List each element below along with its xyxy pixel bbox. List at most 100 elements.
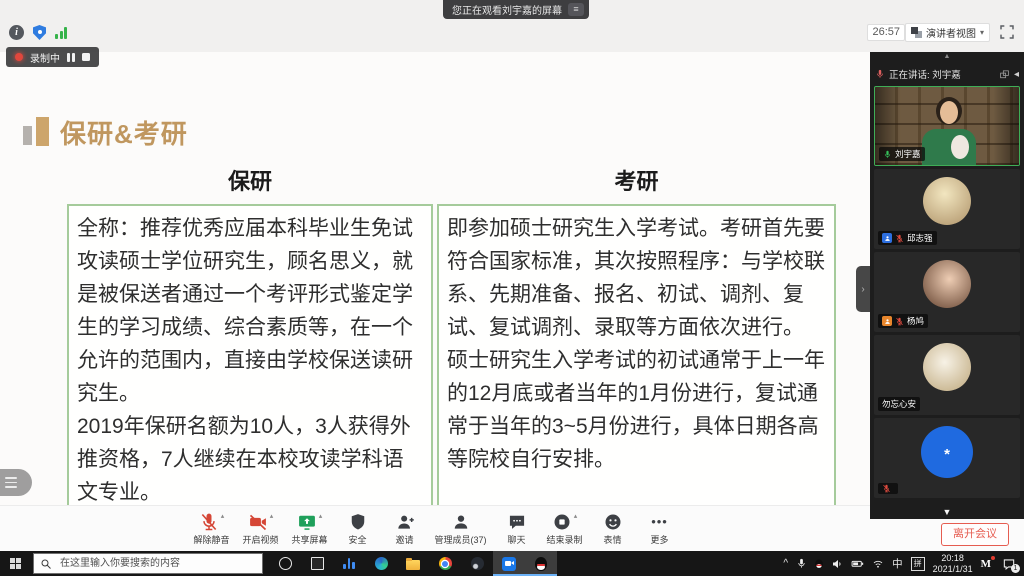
more-label: 更多 xyxy=(651,533,669,546)
stop-record-button[interactable]: ▴ 结束录制 xyxy=(547,512,583,546)
chrome-button[interactable] xyxy=(429,551,461,576)
security-button[interactable]: 安全 xyxy=(341,512,375,546)
clock-time: 20:18 xyxy=(941,553,964,563)
fullscreen-button[interactable] xyxy=(999,24,1015,40)
avatar xyxy=(923,343,971,391)
media-app-button[interactable] xyxy=(333,551,365,576)
participant-video-yangjiu[interactable]: 杨鸠 xyxy=(874,252,1020,332)
search-icon xyxy=(40,558,52,570)
title-accent-bar-gray xyxy=(23,126,32,145)
banner-menu-icon[interactable]: ≡ xyxy=(568,3,584,16)
avatar xyxy=(923,177,971,225)
pause-recording-button[interactable] xyxy=(67,53,75,62)
invite-button[interactable]: 邀请 xyxy=(388,512,422,546)
unmute-label: 解除静音 xyxy=(193,533,229,546)
video-options-caret[interactable]: ▴ xyxy=(270,512,274,522)
windows-taskbar: ^ 中 拼 20:18 2021/1/31 M 1 xyxy=(0,551,1024,576)
column-heading-baoyan: 保研 xyxy=(67,164,433,196)
share-screen-button[interactable]: ▴ 共享屏幕 xyxy=(291,512,327,546)
avatar xyxy=(923,260,971,308)
user-plus-icon xyxy=(395,512,415,532)
recording-bar: 录制中 xyxy=(6,47,99,67)
more-button[interactable]: ••• 更多 xyxy=(643,512,677,546)
participant-chip: 杨鸠 xyxy=(878,314,928,328)
participant-video-liuyujia[interactable]: 刘宇嘉 xyxy=(874,86,1020,166)
notification-center-button[interactable]: 1 xyxy=(1002,557,1016,571)
windows-start-button[interactable] xyxy=(10,558,21,569)
taskbar-search[interactable] xyxy=(33,553,263,574)
participant-video-wuwangxinan[interactable]: 勿忘心安 xyxy=(874,335,1020,415)
emoji-button[interactable]: 表情 xyxy=(596,512,630,546)
share-options-caret[interactable]: ▴ xyxy=(319,512,323,522)
invite-label: 邀请 xyxy=(395,533,413,546)
tray-app-m-icon[interactable]: M xyxy=(981,558,994,570)
network-signal-icon[interactable] xyxy=(55,27,67,39)
chrome-icon xyxy=(439,557,452,570)
slide-list-tab[interactable] xyxy=(0,469,32,496)
tray-qq-icon[interactable] xyxy=(815,559,823,568)
info-icon[interactable]: i xyxy=(9,25,24,40)
watching-banner: 您正在观看刘宇嘉的屏幕 ≡ xyxy=(443,0,589,19)
participant-name: 勿忘心安 xyxy=(882,398,916,410)
search-input[interactable] xyxy=(58,554,260,573)
leave-meeting-button[interactable]: 离开会议 xyxy=(941,523,1009,546)
cortana-button[interactable] xyxy=(269,551,301,576)
steam-button[interactable] xyxy=(461,551,493,576)
battery-icon[interactable] xyxy=(851,557,864,570)
notification-badge: 1 xyxy=(1011,564,1020,573)
unmute-button[interactable]: ▴ 解除静音 xyxy=(193,512,229,546)
tencent-meeting-button[interactable] xyxy=(493,551,525,576)
task-view-button[interactable] xyxy=(301,551,333,576)
manage-members-button[interactable]: 管理成员(37) xyxy=(435,512,487,546)
back-arrow-icon[interactable]: ◂ xyxy=(1014,69,1019,80)
column-heading-kaoyan: 考研 xyxy=(437,164,836,196)
record-options-caret[interactable]: ▴ xyxy=(574,512,578,522)
edge-icon xyxy=(375,557,388,570)
meeting-window: 保研&考研 保研 考研 全称：推荐优秀应届本科毕业生免试攻读硕士学位研究生，顾名… xyxy=(0,0,1024,576)
shared-screen-slide: 保研&考研 保研 考研 全称：推荐优秀应届本科毕业生免试攻读硕士学位研究生，顾名… xyxy=(0,52,870,505)
volume-icon[interactable] xyxy=(831,558,843,570)
share-screen-label: 共享屏幕 xyxy=(291,533,327,546)
participant-chip: 勿忘心安 xyxy=(878,397,920,411)
ime-language-indicator[interactable]: 中 xyxy=(892,556,903,571)
qq-button[interactable] xyxy=(525,551,557,576)
taskbar-clock[interactable]: 20:18 2021/1/31 xyxy=(933,553,973,574)
participant-name: 邱志强 xyxy=(907,232,933,244)
speaking-mic-icon xyxy=(875,69,885,79)
chevron-down-icon: ▾ xyxy=(980,28,984,37)
member-badge-icon xyxy=(882,233,892,243)
ime-mode-indicator[interactable]: 拼 xyxy=(911,557,925,571)
panel-scroll-down-arrow[interactable]: ▼ xyxy=(870,507,1024,517)
panel-collapse-tab[interactable]: › xyxy=(856,266,870,312)
start-video-button[interactable]: ▴ 开启视频 xyxy=(242,512,278,546)
edge-button[interactable] xyxy=(365,551,397,576)
view-mode-button[interactable]: 演讲者视图 ▾ xyxy=(905,23,990,42)
stop-recording-button[interactable] xyxy=(82,53,90,61)
status-icons: i xyxy=(9,25,67,40)
participant-video-anonymous[interactable]: * xyxy=(874,418,1020,498)
speaking-label: 正在讲话: 刘宇嘉 xyxy=(889,67,995,81)
participant-video-qiuzhiqiang[interactable]: 邱志强 xyxy=(874,169,1020,249)
file-explorer-button[interactable] xyxy=(397,551,429,576)
tray-expand-icon[interactable]: ^ xyxy=(783,558,788,569)
start-video-label: 开启视频 xyxy=(242,533,278,546)
slide-title: 保研&考研 xyxy=(60,114,188,151)
security-label: 安全 xyxy=(348,533,366,546)
panel-collapse-up-arrow[interactable]: ▲ xyxy=(870,52,1024,62)
network-icon[interactable] xyxy=(872,558,884,570)
view-layout-icon xyxy=(911,27,922,38)
participant-name: 刘宇嘉 xyxy=(895,148,921,160)
chat-bubble-icon xyxy=(507,512,527,532)
muted-mic-icon xyxy=(895,234,904,243)
speaking-header: 正在讲话: 刘宇嘉 ◂ xyxy=(870,62,1024,86)
shield-icon xyxy=(348,512,368,532)
security-shield-icon[interactable] xyxy=(33,25,46,40)
gallery-layout-icon[interactable] xyxy=(999,69,1010,80)
unmute-options-caret[interactable]: ▴ xyxy=(221,512,225,522)
chat-button[interactable]: 聊天 xyxy=(500,512,534,546)
manage-members-label: 管理成员(37) xyxy=(435,533,487,546)
view-mode-label: 演讲者视图 xyxy=(926,25,976,40)
emoji-label: 表情 xyxy=(604,533,622,546)
tray-mic-icon[interactable] xyxy=(796,558,807,569)
cortana-icon xyxy=(279,557,292,570)
